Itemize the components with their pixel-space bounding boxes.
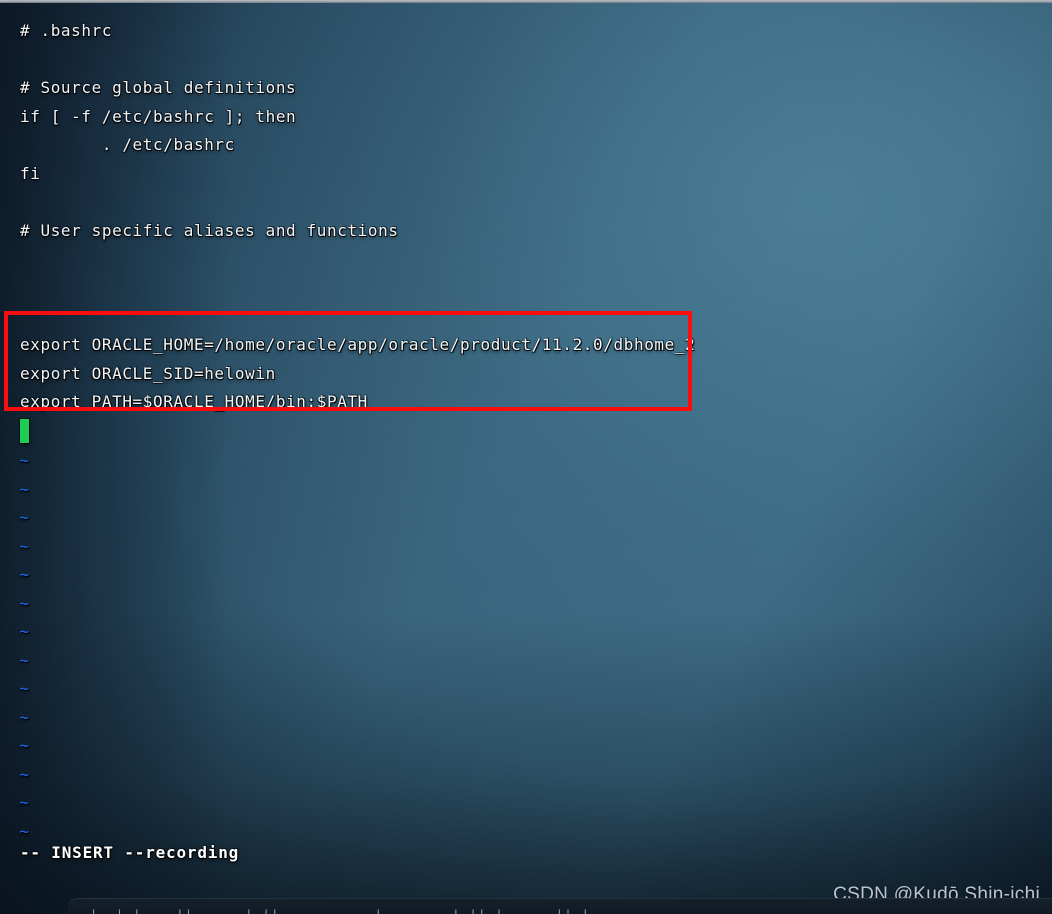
editor-line: export PATH=$ORACLE_HOME/bin:$PATH: [20, 392, 368, 411]
vim-editor-buffer[interactable]: # .bashrc # Source global definitions if […: [0, 3, 1052, 893]
editor-line: # .bashrc: [20, 21, 113, 40]
empty-line-tilde: ~: [19, 679, 30, 699]
editor-line: . /etc/bashrc: [20, 135, 235, 154]
empty-line-tilde: ~: [19, 793, 30, 813]
empty-line-tilde: ~: [19, 736, 30, 756]
text-cursor: [20, 419, 29, 443]
bottom-panel[interactable]: | | | || | || | | || | || |: [68, 898, 1052, 914]
bottom-panel-text: | | | || | || | | || | || |: [90, 908, 590, 914]
editor-line: export ORACLE_HOME=/home/oracle/app/orac…: [20, 335, 696, 354]
editor-line: # Source global definitions: [20, 78, 297, 97]
empty-line-tilde: ~: [19, 822, 30, 842]
editor-line: export ORACLE_SID=helowin: [20, 364, 276, 383]
empty-line-tilde: ~: [19, 651, 30, 671]
empty-line-tilde: ~: [19, 594, 30, 614]
empty-line-tilde: ~: [19, 708, 30, 728]
empty-line-tilde: ~: [19, 537, 30, 557]
terminal-screen: # .bashrc # Source global definitions if […: [0, 0, 1052, 914]
empty-line-tilde: ~: [19, 565, 30, 585]
vim-status-line: -- INSERT --recording: [20, 843, 240, 862]
empty-line-tilde: ~: [19, 765, 30, 785]
editor-line: # User specific aliases and functions: [20, 221, 399, 240]
window-top-edge: [0, 0, 1052, 3]
empty-line-tilde: ~: [19, 480, 30, 500]
editor-line: fi: [20, 164, 41, 183]
empty-line-tilde: ~: [19, 508, 30, 528]
empty-line-tilde: ~: [19, 622, 30, 642]
editor-line: if [ -f /etc/bashrc ]; then: [20, 107, 297, 126]
empty-line-tilde: ~: [19, 451, 30, 471]
